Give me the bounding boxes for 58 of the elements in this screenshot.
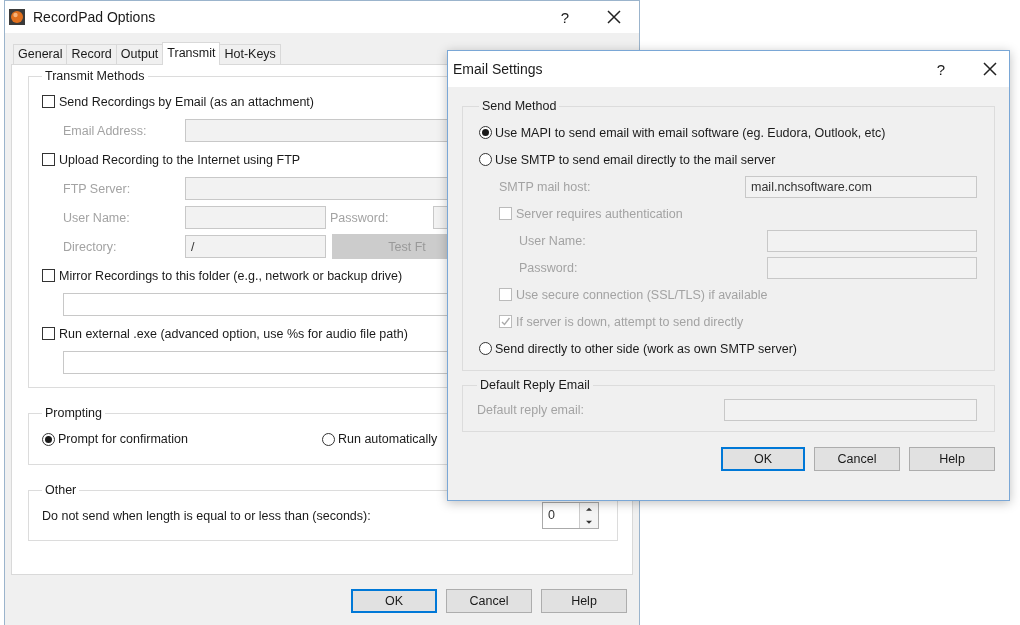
checkbox-label: Mirror Recordings to this folder (e.g., network or backup drive)	[59, 268, 403, 283]
help-button[interactable]: ?	[936, 60, 945, 78]
field-label: Default reply email:	[477, 402, 584, 417]
window-title: Email Settings	[453, 61, 544, 77]
checkbox-label: Send Recordings by Email (as an attachment)	[59, 94, 314, 109]
close-icon[interactable]	[607, 10, 621, 24]
group-title: Send Method	[481, 99, 558, 113]
close-icon[interactable]	[983, 62, 997, 76]
group-title: Prompting	[44, 406, 103, 420]
checkbox-label: Use secure connection (SSL/TLS) if available	[516, 287, 768, 302]
dialog-button[interactable]: Help	[541, 589, 627, 613]
field-label: Email Address:	[63, 123, 148, 138]
radio-button[interactable]	[479, 153, 492, 166]
dialog-button[interactable]: Cancel	[814, 447, 900, 471]
field-label: Do not send when length is equal to or less than (seconds):	[42, 508, 371, 523]
checkbox[interactable]	[42, 327, 55, 340]
radio-label: Run automatically	[338, 432, 438, 446]
field-label: Password:	[519, 260, 578, 275]
checkbox-label: If server is down, attempt to send directly	[516, 314, 744, 329]
radio-button[interactable]	[479, 342, 492, 355]
group-title: Other	[44, 483, 78, 497]
dialog-button[interactable]: OK	[721, 447, 805, 471]
dialog-button[interactable]: OK	[351, 589, 437, 613]
radio-label: Use SMTP to send email directly to the mail server	[495, 152, 776, 167]
text-field[interactable]	[185, 206, 326, 229]
field-label: Directory:	[63, 239, 118, 254]
checkbox-label: Upload Recording to the Internet using FTP	[59, 152, 301, 167]
tab[interactable]: Output	[115, 44, 164, 64]
window-title: RecordPad Options	[33, 9, 157, 25]
checkbox-label: Server requires authentication	[516, 206, 683, 221]
tab[interactable]: General	[13, 44, 68, 64]
radio-label: Use MAPI to send email with email software (eg. Eudora, Outlook, etc)	[495, 125, 886, 140]
field-label: User Name:	[63, 210, 131, 225]
field-label: FTP Server:	[63, 181, 132, 196]
radio-button[interactable]	[322, 432, 335, 446]
tab[interactable]: Transmit	[162, 42, 221, 65]
checkbox[interactable]	[42, 269, 55, 282]
radio-label: Send directly to other side (work as own SMTP server)	[495, 341, 797, 356]
field-label: Password:	[330, 210, 390, 225]
tab[interactable]: Hot-Keys	[219, 44, 281, 64]
help-button[interactable]: ?	[560, 8, 569, 26]
checkbox[interactable]	[42, 95, 55, 108]
text-field[interactable]	[767, 229, 977, 252]
dialog-button[interactable]: Cancel	[446, 589, 532, 613]
radio-button[interactable]	[479, 126, 492, 139]
text-field[interactable]	[767, 256, 977, 279]
dialog-button[interactable]: Help	[909, 447, 995, 471]
group-title: Default Reply Email	[479, 378, 591, 392]
field-label: User Name:	[519, 233, 586, 248]
field-label: SMTP mail host:	[499, 179, 591, 194]
radio-label: Prompt for confirmation	[58, 432, 188, 446]
radio-button[interactable]	[42, 432, 55, 446]
checkbox-label: Run external .exe (advanced option, use %s for audio file path)	[59, 326, 408, 341]
number-spinner[interactable]: 0	[542, 502, 599, 529]
group-title: Transmit Methods	[44, 69, 146, 83]
app-icon	[9, 9, 25, 25]
text-field[interactable]	[724, 398, 977, 421]
checkbox[interactable]	[42, 153, 55, 166]
